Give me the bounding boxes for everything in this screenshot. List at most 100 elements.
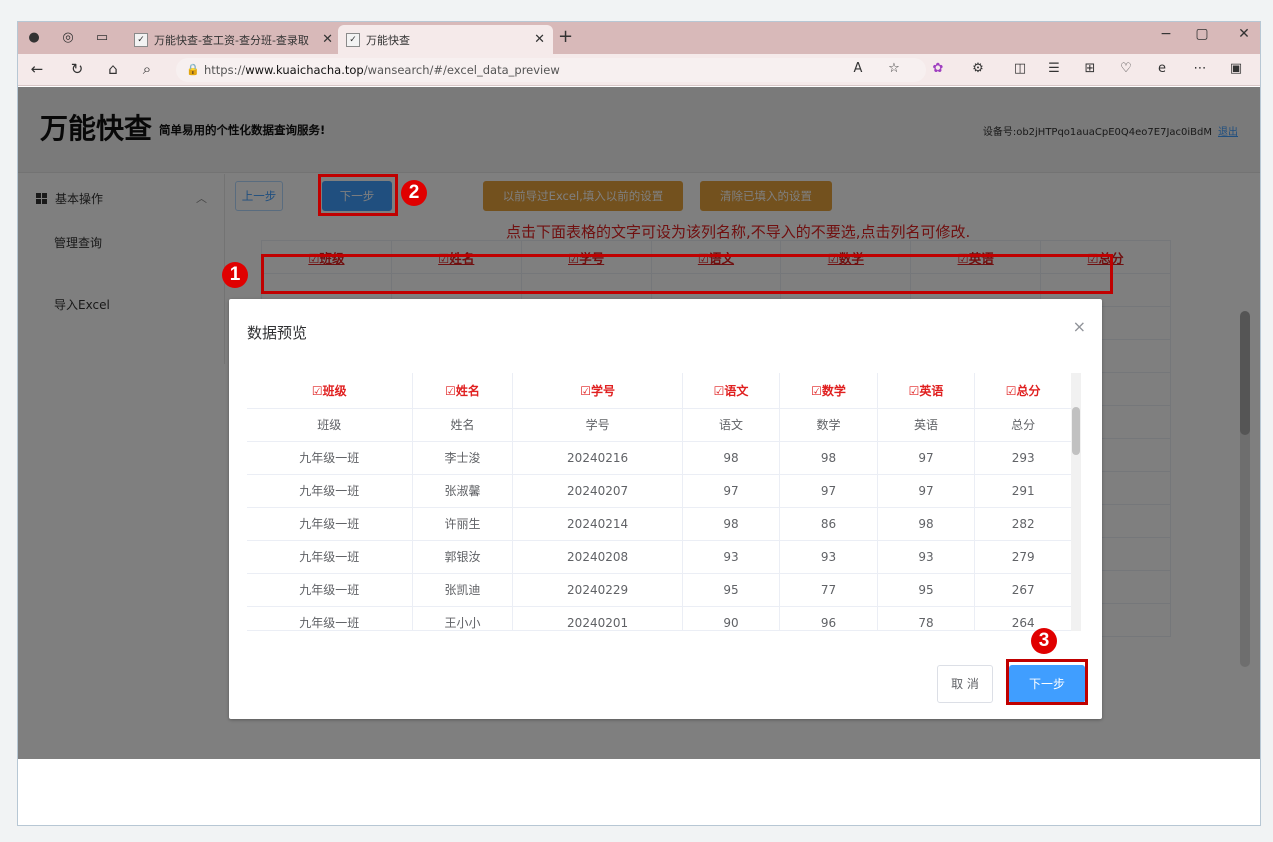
table-cell[interactable]: 20240214 — [512, 507, 683, 541]
table-cell[interactable]: 97 — [681, 474, 780, 508]
favorite-star-icon[interactable]: ☆ — [884, 61, 904, 76]
table-cell[interactable]: 九年级一班 — [247, 507, 413, 541]
close-tab-icon[interactable]: ✕ — [534, 32, 545, 47]
split-screen-icon[interactable]: ◫ — [1010, 61, 1030, 76]
more-icon[interactable]: ⋯ — [1190, 61, 1210, 76]
table-cell[interactable]: 98 — [876, 507, 975, 541]
table-cell[interactable]: 282 — [974, 507, 1071, 541]
address-bar: ← ↻ ⌂ ⌕ 🔒 https://www.kuaichacha.top/wan… — [18, 54, 1260, 86]
tab-inactive[interactable]: ✓ 万能快查-查工资-查分班-查录取 ✕ — [126, 25, 341, 54]
table-cell[interactable]: 97 — [876, 441, 975, 475]
table-cell[interactable]: 78 — [876, 606, 975, 630]
table-row: 九年级一班 郭银汝 20240208 93 93 93 279 — [247, 540, 1071, 574]
table-cell[interactable]: 20240229 — [512, 573, 683, 607]
preview-table: ☑班级 ☑姓名 ☑学号 ☑语文 ☑数学 ☑英语 ☑总分 班级 姓名 学号 语文 — [247, 373, 1071, 630]
table-cell[interactable]: 90 — [681, 606, 780, 630]
table-row: 九年级一班 张凯迪 20240229 95 77 95 267 — [247, 573, 1071, 607]
table-cell[interactable]: 20240201 — [512, 606, 683, 630]
table-cell[interactable]: 98 — [681, 441, 780, 475]
close-icon[interactable]: × — [1073, 317, 1086, 336]
table-cell[interactable]: 95 — [681, 573, 780, 607]
table-cell[interactable]: 96 — [779, 606, 878, 630]
home-icon[interactable]: ⌂ — [102, 60, 124, 78]
table-cell[interactable]: 98 — [681, 507, 780, 541]
read-aloud-icon[interactable]: A — [848, 61, 868, 76]
table-cell[interactable]: 20240208 — [512, 540, 683, 574]
table-cell[interactable]: 李士浚 — [411, 441, 513, 475]
extensions-icon[interactable]: ⚙ — [968, 61, 988, 76]
workspaces-icon[interactable]: ◎ — [58, 28, 78, 48]
refresh-icon[interactable]: ↻ — [66, 60, 88, 78]
table-cell[interactable]: 97 — [779, 474, 878, 508]
table-cell[interactable]: 77 — [779, 573, 878, 607]
table-cell[interactable]: 郭银汝 — [411, 540, 513, 574]
table-cell[interactable]: 97 — [876, 474, 975, 508]
preview-column-header[interactable]: ☑数学 — [779, 373, 878, 409]
table-cell[interactable]: 学号 — [512, 408, 683, 442]
table-cell[interactable]: 93 — [876, 540, 975, 574]
table-cell[interactable]: 293 — [974, 441, 1071, 475]
collections-icon[interactable]: ⊞ — [1080, 61, 1100, 76]
table-cell[interactable]: 20240207 — [512, 474, 683, 508]
table-cell[interactable]: 291 — [974, 474, 1071, 508]
highlight-box-next-dialog — [1006, 659, 1088, 705]
dialog-title: 数据预览 — [247, 324, 308, 342]
annotation-badge-1: 1 — [222, 262, 248, 288]
close-tab-icon[interactable]: ✕ — [322, 32, 333, 47]
table-cell[interactable]: 张凯迪 — [411, 573, 513, 607]
table-cell[interactable]: 张淑馨 — [411, 474, 513, 508]
close-window-button[interactable]: ✕ — [1234, 26, 1254, 42]
cancel-button[interactable]: 取 消 — [937, 665, 993, 703]
table-row: 班级 姓名 学号 语文 数学 英语 总分 — [247, 408, 1071, 442]
preview-column-header[interactable]: ☑姓名 — [411, 373, 513, 409]
tab-bar: ● ◎ ▭ ✓ 万能快查-查工资-查分班-查录取 ✕ ✓ 万能快查 ✕ + − … — [18, 22, 1260, 54]
extension-icon[interactable]: ✿ — [928, 61, 948, 76]
table-cell[interactable]: 九年级一班 — [247, 573, 413, 607]
minimize-button[interactable]: − — [1156, 26, 1176, 42]
table-cell[interactable]: 264 — [974, 606, 1071, 630]
preview-column-header[interactable]: ☑英语 — [876, 373, 975, 409]
table-cell[interactable]: 九年级一班 — [247, 540, 413, 574]
table-cell[interactable]: 86 — [779, 507, 878, 541]
preview-column-header[interactable]: ☑班级 — [247, 373, 413, 409]
table-cell[interactable]: 九年级一班 — [247, 441, 413, 475]
table-cell[interactable]: 九年级一班 — [247, 606, 413, 630]
back-icon[interactable]: ← — [26, 60, 48, 78]
table-cell[interactable]: 95 — [876, 573, 975, 607]
table-cell[interactable]: 93 — [681, 540, 780, 574]
table-cell[interactable]: 九年级一班 — [247, 474, 413, 508]
preview-column-header[interactable]: ☑学号 — [512, 373, 683, 409]
table-cell[interactable]: 279 — [974, 540, 1071, 574]
table-row: 九年级一班 李士浚 20240216 98 98 97 293 — [247, 441, 1071, 475]
table-cell[interactable]: 语文 — [681, 408, 780, 442]
preview-column-header[interactable]: ☑语文 — [681, 373, 780, 409]
sidebar-toggle-icon[interactable]: ▣ — [1226, 61, 1246, 76]
dialog-scrollbar-thumb[interactable] — [1072, 407, 1080, 455]
maximize-button[interactable]: ▢ — [1192, 26, 1212, 42]
table-cell[interactable]: 许丽生 — [411, 507, 513, 541]
table-cell[interactable]: 93 — [779, 540, 878, 574]
table-cell[interactable]: 总分 — [974, 408, 1071, 442]
table-cell[interactable]: 98 — [779, 441, 878, 475]
table-cell[interactable]: 267 — [974, 573, 1071, 607]
table-cell[interactable]: 王小小 — [411, 606, 513, 630]
browser-window: ● ◎ ▭ ✓ 万能快查-查工资-查分班-查录取 ✕ ✓ 万能快查 ✕ + − … — [17, 21, 1261, 826]
favorites-icon[interactable]: ☰ — [1044, 61, 1064, 76]
browser-essentials-icon[interactable]: ♡ — [1116, 61, 1136, 76]
table-cell[interactable]: 20240216 — [512, 441, 683, 475]
data-preview-dialog: 数据预览 × ☑班级 ☑姓名 ☑学号 ☑语文 ☑数学 ☑英语 ☑总分 班级 姓名… — [229, 299, 1102, 719]
url-domain: www.kuaichacha.top — [245, 63, 364, 77]
table-cell[interactable]: 数学 — [779, 408, 878, 442]
tab-actions-icon[interactable]: ▭ — [92, 28, 112, 48]
table-cell[interactable]: 英语 — [876, 408, 975, 442]
copilot-icon[interactable]: e — [1152, 61, 1172, 76]
url-field[interactable]: 🔒 https://www.kuaichacha.top/wansearch/#… — [176, 58, 926, 82]
table-cell[interactable]: 班级 — [247, 408, 413, 442]
profile-icon[interactable]: ● — [24, 28, 44, 48]
tab-active[interactable]: ✓ 万能快查 ✕ — [338, 25, 553, 54]
new-tab-button[interactable]: + — [558, 26, 573, 47]
table-cell[interactable]: 姓名 — [411, 408, 513, 442]
page-scrollbar-thumb[interactable] — [1240, 311, 1250, 435]
search-icon[interactable]: ⌕ — [136, 60, 158, 78]
preview-column-header[interactable]: ☑总分 — [974, 373, 1071, 409]
